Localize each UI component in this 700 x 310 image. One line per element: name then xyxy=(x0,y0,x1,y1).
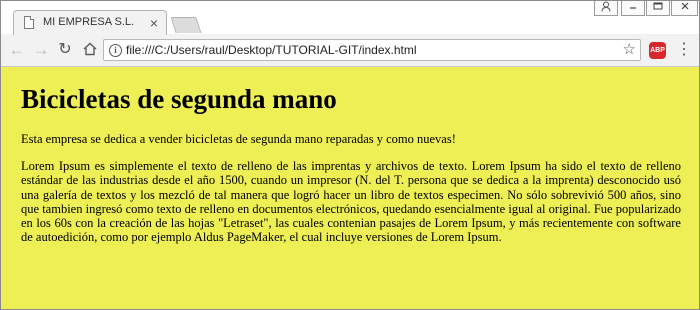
browser-toolbar: ← → ↻ i file:///C:/Users/raul/Desktop/TU… xyxy=(1,35,699,67)
page-heading: Bicicletas de segunda mano xyxy=(21,84,337,114)
new-tab-button[interactable] xyxy=(170,17,202,33)
user-icon[interactable] xyxy=(594,1,618,16)
home-icon[interactable] xyxy=(81,41,99,59)
intro-paragraph: Esta empresa se dedica a vender biciclet… xyxy=(21,132,456,146)
bookmark-star-icon[interactable]: ☆ xyxy=(623,41,636,59)
body-paragraph: Lorem Ipsum es simplemente el texto de r… xyxy=(21,159,681,245)
minimize-icon[interactable] xyxy=(621,1,645,16)
url-text[interactable]: file:///C:/Users/raul/Desktop/TUTORIAL-G… xyxy=(126,43,417,57)
page-icon xyxy=(24,16,34,29)
info-icon[interactable]: i xyxy=(109,44,122,57)
adblock-plus-icon[interactable]: ABP xyxy=(649,42,666,59)
browser-window: MI EMPRESA S.L. × ← → ↻ i file:///C:/Use… xyxy=(0,0,700,310)
menu-icon[interactable]: ⋮ xyxy=(676,41,692,59)
close-icon[interactable] xyxy=(671,1,698,16)
address-bar[interactable]: i file:///C:/Users/raul/Desktop/TUTORIAL… xyxy=(103,39,641,61)
back-arrow-icon[interactable]: ← xyxy=(8,41,26,59)
page-viewport: Bicicletas de segunda mano Esta empresa … xyxy=(1,67,699,309)
reload-icon[interactable]: ↻ xyxy=(56,41,74,59)
tab-close-icon[interactable]: × xyxy=(150,13,158,33)
tab-title: MI EMPRESA S.L. xyxy=(43,16,135,28)
browser-tab[interactable]: MI EMPRESA S.L. × xyxy=(13,10,167,36)
tab-strip: MI EMPRESA S.L. × xyxy=(1,1,699,36)
forward-arrow-icon[interactable]: → xyxy=(32,41,50,59)
maximize-icon[interactable] xyxy=(646,1,670,16)
